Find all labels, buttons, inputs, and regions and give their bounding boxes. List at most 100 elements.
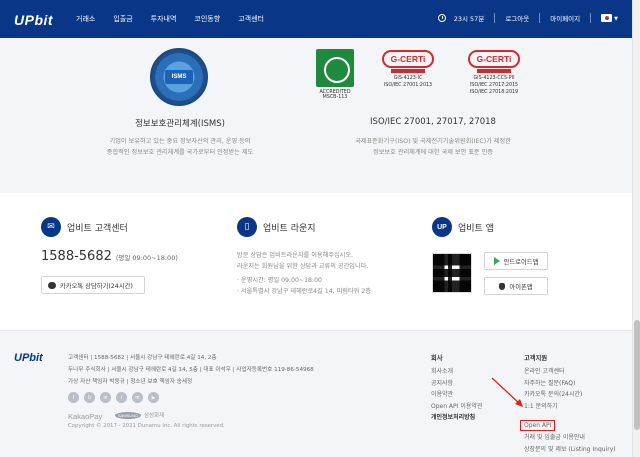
footer-link-notice[interactable]: 공지사항 bbox=[431, 378, 482, 390]
gcert-standard: ISO/IEC 27017:2015 bbox=[469, 83, 519, 88]
isms-badge-text: ISMS bbox=[165, 70, 193, 84]
kakao-chat-label: 카카오톡 상담하기(24시간) bbox=[60, 282, 133, 290]
iphone-app-button[interactable]: 아이폰앱 bbox=[484, 277, 548, 295]
main-nav: 거래소 입출금 투자내역 코인동향 고객센터 bbox=[76, 14, 282, 24]
clock-icon bbox=[437, 14, 446, 22]
footer-link-open-api[interactable]: Open API bbox=[520, 420, 556, 431]
app-title: 업비트 앱 bbox=[458, 223, 494, 234]
gcerti-logo: G-CERTi bbox=[382, 50, 434, 68]
gcert-code: GIS-4123-IC bbox=[393, 76, 423, 81]
mypage-link[interactable]: 마이페이지 bbox=[550, 13, 580, 23]
samsung-oval: SAMSUNG bbox=[115, 412, 141, 420]
company-heading: 회사 bbox=[431, 355, 443, 362]
footer-link-trading-guide[interactable]: 거래 및 입출금 이용안내 bbox=[524, 432, 616, 444]
top-header: UPbit 거래소 입출금 투자내역 코인동향 고객센터 23시 57분 로그아… bbox=[0, 0, 632, 38]
app-heading: UP 업비트 앱 bbox=[432, 217, 494, 237]
service-center-title: 업비트 고객센터 bbox=[67, 223, 128, 234]
gcerti-strip bbox=[391, 69, 425, 73]
divider bbox=[494, 13, 496, 23]
phone-hours: (평일 09:00~18:00) bbox=[115, 254, 178, 262]
upbit-app-icon: UP bbox=[432, 217, 452, 237]
divider bbox=[539, 13, 541, 23]
gcert-badge-27001: G-CERTi GIS-4123-IC ISO/IEC 27001:2013 bbox=[378, 50, 438, 89]
social-links: f b in t m ▶ bbox=[68, 392, 159, 403]
kakao-chat-button[interactable]: 카카오톡 상담하기(24시간) bbox=[41, 276, 145, 294]
android-app-button[interactable]: 안드로이드앱 bbox=[484, 252, 548, 270]
lounge-address: · 서울특별시 강남구 테헤란로4길 14, 미림타워 2층 bbox=[237, 287, 371, 295]
divider bbox=[590, 13, 592, 23]
chevron-down-icon: ▼ bbox=[614, 16, 618, 22]
isms-seal-icon: ISMS bbox=[150, 48, 208, 106]
lounge-desc-line: 방문 상담은 업비트라운지를 이용해주십시오. bbox=[237, 252, 354, 259]
footer: UPbit 고객센터 | 1588-5682 | 서울시 강남구 테헤란로 4길… bbox=[0, 330, 632, 457]
copyright: Copyright © 2017 - 2021 Dunamu Inc. All … bbox=[68, 423, 225, 429]
clock-text: 23시 57분 bbox=[453, 15, 485, 23]
footer-link-terms[interactable]: 이용약관 bbox=[431, 389, 482, 401]
info-section: ✉ 업비트 고객센터 1588-5682 (평일 09:00~18:00) 카카오… bbox=[0, 193, 632, 330]
iphone-app-label: 아이폰앱 bbox=[509, 283, 533, 291]
linkedin-icon[interactable]: in bbox=[100, 392, 111, 403]
upbit-logo[interactable]: UPbit bbox=[14, 12, 53, 28]
iso-desc-line: 정보보호 관리체계에 대한 국제 보안 표준 인증 bbox=[373, 149, 493, 156]
nav-exchange[interactable]: 거래소 bbox=[76, 14, 95, 24]
vertical-scrollbar[interactable] bbox=[632, 0, 640, 457]
footer-link-inquiry[interactable]: 1:1 문의하기 bbox=[524, 401, 616, 413]
accredited-code: MSCB-113 bbox=[322, 95, 348, 100]
chat-bubble-icon bbox=[48, 281, 56, 289]
footer-company-column: 회사 회사소개 공지사항 이용약관 Open API 이용약관 개인정보처리방침 bbox=[431, 353, 482, 424]
mail-icon: ✉ bbox=[41, 217, 61, 237]
phone-text: 1588-5682 bbox=[41, 249, 112, 264]
twitter-icon[interactable]: t bbox=[116, 392, 127, 403]
iso-title: ISO/IEC 27001, 27017, 27018 bbox=[370, 117, 496, 127]
kakaopay-logo: KakaoPay bbox=[68, 412, 103, 421]
service-center-heading: ✉ 업비트 고객센터 bbox=[41, 217, 128, 237]
facebook-icon[interactable]: f bbox=[68, 392, 79, 403]
footer-address-line: 가상 자산 책임자 박둥규 | 청소년 보호 책임자 송세정 bbox=[68, 379, 193, 385]
gcert-standard: ISO/IEC 27001:2013 bbox=[383, 83, 433, 88]
logout-link[interactable]: 로그아웃 bbox=[505, 13, 529, 23]
support-heading: 고객지원 bbox=[524, 355, 548, 362]
nav-customer-center[interactable]: 고객센터 bbox=[238, 14, 264, 24]
blog-icon[interactable]: b bbox=[84, 392, 95, 403]
accredited-icon bbox=[316, 49, 354, 87]
youtube-icon[interactable]: ▶ bbox=[148, 392, 159, 403]
lounge-description: 방문 상담은 업비트라운지를 이용해주십시오. 라운지는 회원님을 위한 상담과… bbox=[237, 251, 407, 297]
android-app-label: 안드로이드앱 bbox=[503, 258, 539, 266]
footer-logo[interactable]: UPbit bbox=[14, 352, 43, 364]
language-selector[interactable]: ▼ bbox=[601, 14, 618, 22]
nav-coin-trends[interactable]: 코인동향 bbox=[194, 14, 220, 24]
lounge-desc-line: 라운지는 회원님을 위한 상담과 교류의 공간입니다. bbox=[237, 262, 369, 270]
gcerti-logo: G-CERTi bbox=[468, 50, 520, 68]
footer-link-online-center[interactable]: 온라인 고객센터 bbox=[524, 366, 616, 378]
google-play-icon bbox=[493, 257, 500, 265]
qr-code-icon bbox=[432, 253, 472, 293]
lounge-title: 업비트 라운지 bbox=[263, 223, 316, 234]
mobile-phone-icon: ▯ bbox=[237, 217, 257, 237]
gcerti-strip bbox=[477, 69, 511, 73]
footer-link-faq[interactable]: 자주하는 질문(FAQ) bbox=[524, 378, 616, 390]
footer-link-listing-inquiry[interactable]: 상장문의 및 제보 (Listing Inquiry) bbox=[524, 444, 616, 456]
gcert-badge-27017: G-CERTi GIS-4123-CCS-PII ISO/IEC 27017:2… bbox=[464, 50, 524, 96]
samsung-fire-logo: SAMSUNG 삼성화재 bbox=[115, 411, 165, 420]
footer-address-line: 두나무 주식회사 | 서울시 강남구 테헤란로 4길 14, 5층 | 대표 이… bbox=[68, 367, 314, 373]
lounge-hours: · 운영시간: 평일 09:00~18:00 bbox=[237, 277, 322, 284]
gcert-standard: ISO/IEC 27018:2019 bbox=[469, 90, 519, 95]
footer-link-about[interactable]: 회사소개 bbox=[431, 366, 482, 378]
samsung-sub: 삼성화재 bbox=[144, 413, 165, 419]
footer-link-openapi-terms[interactable]: Open API 이용약관 bbox=[431, 401, 482, 413]
gcert-code: GIS-4123-CCS-PII bbox=[473, 76, 515, 81]
scrollbar-thumb[interactable] bbox=[634, 320, 640, 430]
header-right: 23시 57분 로그아웃 마이페이지 ▼ bbox=[437, 13, 618, 23]
footer-address-line: 고객센터 | 1588-5682 | 서울시 강남구 테헤란로 4길 14, 2… bbox=[68, 355, 217, 361]
iso-description: 국제표준화기구(ISO) 및 국제전기기술위원회(IEC)가 제정한 정보보호 … bbox=[283, 136, 583, 158]
apple-icon bbox=[499, 282, 506, 290]
footer-link-kakao[interactable]: 카카오톡 문의(24시간) bbox=[524, 389, 616, 401]
korea-flag-icon bbox=[601, 14, 613, 22]
iso-desc-line: 국제표준화기구(ISO) 및 국제전기기술위원회(IEC)가 제정한 bbox=[355, 138, 511, 145]
medium-icon[interactable]: m bbox=[132, 392, 143, 403]
footer-link-privacy[interactable]: 개인정보처리방침 bbox=[431, 412, 482, 424]
accredited-logo: ACCREDITED MSCB-113 bbox=[316, 49, 354, 105]
nav-investments[interactable]: 투자내역 bbox=[151, 14, 177, 24]
footer-support-column: 고객지원 온라인 고객센터 자주하는 질문(FAQ) 카카오톡 문의(24시간)… bbox=[520, 353, 616, 456]
nav-deposit-withdraw[interactable]: 입출금 bbox=[113, 14, 132, 24]
